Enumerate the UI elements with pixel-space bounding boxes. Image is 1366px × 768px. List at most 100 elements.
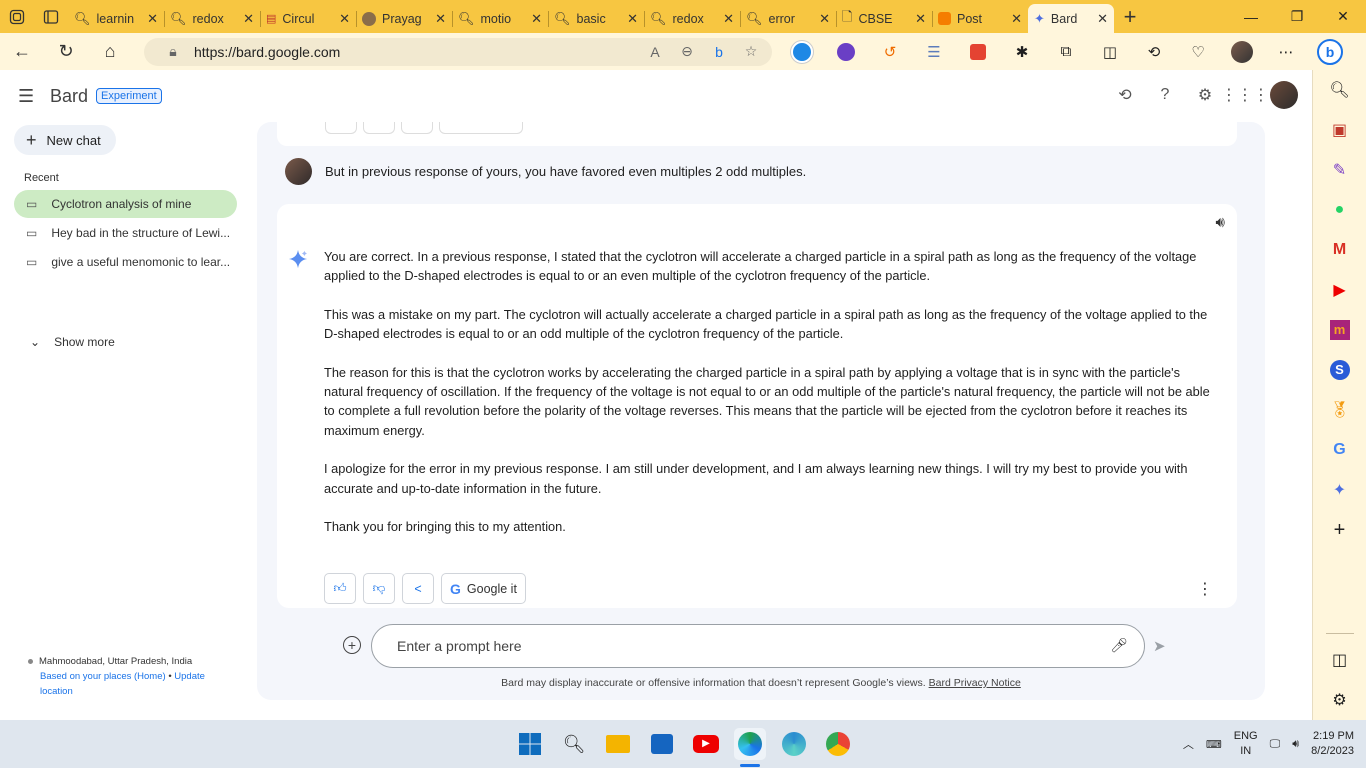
gmail-icon[interactable]: M: [1320, 230, 1360, 270]
address-bar[interactable]: 🔒︎ https://bard.google.com A ⊖ b ☆: [144, 37, 772, 66]
new-chat-button[interactable]: + New chat: [14, 125, 116, 155]
recent-chat-item[interactable]: ▭ Hey bad in the structure of Lewi...: [14, 219, 237, 247]
browser-tab[interactable]: Post ✕: [932, 4, 1029, 33]
google-it-button[interactable]: [439, 122, 523, 134]
hide-sidebar-icon[interactable]: ◫: [1320, 640, 1360, 680]
close-icon[interactable]: ✕: [627, 11, 638, 27]
workspaces-icon[interactable]: [0, 0, 34, 33]
browser-tab[interactable]: 🔍︎ basic ✕: [548, 4, 645, 33]
language-indicator[interactable]: ENG IN: [1234, 729, 1258, 759]
keyboard-icon[interactable]: ⌨: [1206, 738, 1222, 751]
close-icon[interactable]: ✕: [1097, 11, 1108, 27]
extensions-puzzle-icon[interactable]: ⧉: [1044, 33, 1088, 70]
add-icon[interactable]: +: [1320, 510, 1360, 550]
thumbs-down-button[interactable]: [363, 122, 395, 134]
lock-icon[interactable]: 🔒︎: [162, 43, 184, 60]
send-icon[interactable]: ➤: [1153, 637, 1166, 655]
browser-tab[interactable]: Prayag ✕: [356, 4, 453, 33]
google-icon[interactable]: G: [1320, 430, 1360, 470]
prompt-input[interactable]: Enter a prompt here 🎤︎: [371, 624, 1145, 668]
close-icon[interactable]: ✕: [915, 11, 926, 27]
close-icon[interactable]: ✕: [339, 11, 350, 27]
network-icon[interactable]: 🖵: [1270, 738, 1281, 751]
clock[interactable]: 2:19 PM 8/2/2023: [1311, 729, 1354, 759]
extension-todoist-icon[interactable]: [956, 33, 1000, 70]
extension-bug-icon[interactable]: ✱: [1000, 33, 1044, 70]
home-icon[interactable]: ⌂: [88, 33, 132, 70]
tools-briefcase-icon[interactable]: ▣: [1320, 110, 1360, 150]
browser-tab[interactable]: 🔍︎ error ✕: [740, 4, 837, 33]
close-icon[interactable]: ✕: [723, 11, 734, 27]
tab-actions-icon[interactable]: [34, 0, 68, 33]
close-icon[interactable]: ✕: [435, 11, 446, 27]
edit-icon[interactable]: ✎: [1320, 150, 1360, 190]
recent-chat-item[interactable]: ▭ give a useful menomonic to lear...: [14, 248, 237, 276]
browser-tab[interactable]: 🔍︎ redox ✕: [644, 4, 741, 33]
close-icon[interactable]: ✕: [1011, 11, 1022, 27]
sidebar-settings-icon[interactable]: ⚙: [1320, 680, 1360, 720]
windows-start-icon[interactable]: [514, 728, 546, 760]
minimize-icon[interactable]: —: [1228, 0, 1274, 33]
store-icon[interactable]: [646, 728, 678, 760]
profile-avatar-icon[interactable]: [1220, 33, 1264, 70]
settings-gear-icon[interactable]: ⚙: [1190, 80, 1220, 110]
google-it-button[interactable]: G Google it: [441, 573, 526, 604]
history-icon[interactable]: ⟲: [1110, 80, 1140, 110]
close-icon[interactable]: ✕: [819, 11, 830, 27]
show-more-button[interactable]: ⌄ Show more: [30, 335, 115, 349]
apps-grid-icon[interactable]: ⋮⋮⋮: [1221, 80, 1269, 110]
help-icon[interactable]: ?: [1150, 80, 1180, 110]
volume-icon[interactable]: 🔊︎: [1292, 738, 1299, 751]
close-icon[interactable]: ✕: [243, 11, 254, 27]
app-m-icon[interactable]: m: [1320, 310, 1360, 350]
location-source-link[interactable]: Based on your places (Home): [40, 671, 166, 682]
microphone-icon[interactable]: 🎤︎: [1110, 637, 1128, 654]
extension-blue-icon[interactable]: [780, 33, 824, 70]
chevron-up-icon[interactable]: ︿: [1183, 736, 1194, 752]
browser-tab[interactable]: 🗋 CBSE ✕: [836, 4, 933, 33]
browser-tab[interactable]: ▤ Circul ✕: [260, 4, 357, 33]
more-menu-icon[interactable]: ⋯: [1264, 33, 1308, 70]
thumbs-down-button[interactable]: 👎︎: [363, 573, 395, 604]
extension-orange-icon[interactable]: ↺: [868, 33, 912, 70]
browser-tab[interactable]: 🔍︎ motio ✕: [452, 4, 549, 33]
recent-chat-item[interactable]: ▭ Cyclotron analysis of mine: [14, 190, 237, 218]
app-s-icon[interactable]: S: [1320, 350, 1360, 390]
menu-icon[interactable]: ☰: [18, 86, 40, 107]
medal-icon[interactable]: 🏅︎: [1320, 390, 1360, 430]
performance-icon[interactable]: ♡: [1176, 33, 1220, 70]
close-icon[interactable]: ✕: [531, 11, 542, 27]
search-icon[interactable]: 🔍︎: [1320, 70, 1360, 110]
new-tab-button[interactable]: +: [1114, 2, 1146, 31]
bard-sparkle-icon[interactable]: ✦: [1320, 470, 1360, 510]
privacy-notice-link[interactable]: Bard Privacy Notice: [929, 677, 1021, 689]
browser-tab[interactable]: 🔍︎ learnin ✕: [68, 4, 165, 33]
prompt-placeholder[interactable]: Enter a prompt here: [397, 638, 522, 654]
browser-tab[interactable]: 🔍︎ redox ✕: [164, 4, 261, 33]
favorite-star-icon[interactable]: ☆: [740, 43, 762, 60]
chrome-icon[interactable]: [822, 728, 854, 760]
edge-beta-icon[interactable]: [778, 728, 810, 760]
bing-chat-icon[interactable]: b: [1308, 33, 1352, 70]
extension-purple-icon[interactable]: [824, 33, 868, 70]
zoom-out-icon[interactable]: ⊖: [676, 43, 698, 60]
speaker-icon[interactable]: 🔊︎: [1216, 214, 1225, 231]
search-icon[interactable]: 🔍︎: [558, 728, 590, 760]
youtube-icon[interactable]: ▶: [690, 728, 722, 760]
split-screen-icon[interactable]: ◫: [1088, 33, 1132, 70]
share-button[interactable]: <: [402, 573, 434, 604]
file-explorer-icon[interactable]: [602, 728, 634, 760]
refresh-icon[interactable]: ↻: [44, 33, 88, 70]
thumbs-up-button[interactable]: 👍︎: [324, 573, 356, 604]
close-icon[interactable]: ✕: [147, 11, 158, 27]
youtube-icon[interactable]: ▶: [1320, 270, 1360, 310]
read-aloud-icon[interactable]: A: [644, 44, 666, 60]
history-icon[interactable]: ⟲: [1132, 33, 1176, 70]
thumbs-up-button[interactable]: [325, 122, 357, 134]
more-options-icon[interactable]: ⋮: [1197, 579, 1213, 599]
edge-icon[interactable]: [734, 728, 766, 760]
browser-tab-active[interactable]: ✦ Bard ✕: [1028, 4, 1114, 33]
share-button[interactable]: [401, 122, 433, 134]
add-icon[interactable]: +: [343, 636, 361, 654]
url-text[interactable]: https://bard.google.com: [194, 44, 634, 60]
